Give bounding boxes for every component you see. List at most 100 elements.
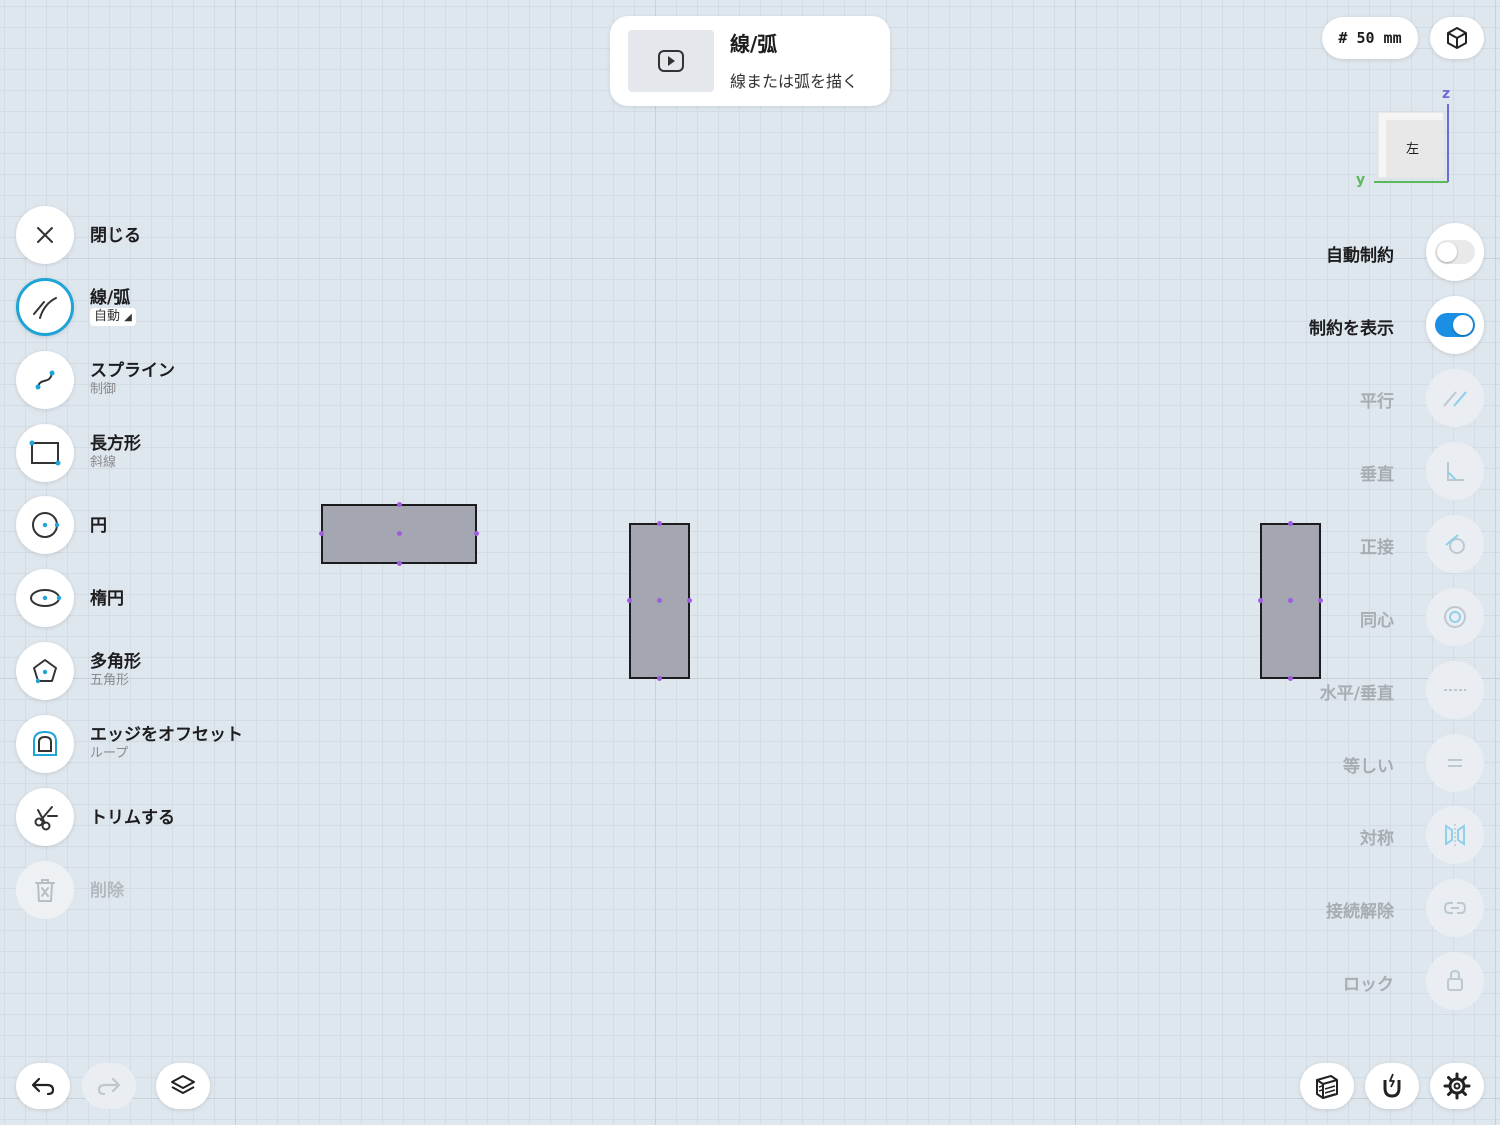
symmetric-button[interactable]: [1426, 806, 1484, 864]
tool-label: 多角形: [90, 652, 141, 672]
constraint-label: 平行: [1360, 392, 1394, 412]
tool-sublabel: 斜線: [90, 455, 117, 470]
constraint-label: 正接: [1360, 538, 1394, 558]
constraint-perpendicular: 垂直: [1164, 442, 1484, 500]
settings-button[interactable]: [1430, 1063, 1484, 1109]
show-constraints-toggle[interactable]: [1435, 313, 1475, 337]
constraint-label: 水平/垂直: [1319, 684, 1394, 704]
horizontal-vertical-button[interactable]: [1426, 661, 1484, 719]
axis-y-label: y: [1356, 172, 1366, 188]
constraint-auto: 自動制約: [1164, 223, 1484, 281]
constraint-equal: 等しい: [1164, 734, 1484, 792]
dropdown-triangle-icon: ◢: [124, 312, 132, 323]
perpendicular-button[interactable]: [1426, 442, 1484, 500]
trim-button[interactable]: [16, 788, 74, 846]
toggle-knob: [1437, 242, 1457, 262]
constraint-lock: ロック: [1164, 952, 1484, 1010]
disconnect-icon: [1443, 902, 1467, 914]
close-button[interactable]: [16, 206, 74, 264]
tool-label: 円: [90, 516, 107, 536]
redo-icon: [97, 1077, 121, 1096]
tool-label: 削除: [90, 881, 124, 901]
constraint-label: 等しい: [1343, 757, 1394, 777]
line-mode-dropdown[interactable]: 自動 ◢: [90, 308, 136, 326]
tool-sublabel: 制御: [90, 382, 117, 397]
auto-constraint-toggle-wrap[interactable]: [1426, 223, 1484, 281]
show-constraints-toggle-wrap[interactable]: [1426, 296, 1484, 354]
snap-button[interactable]: [1365, 1063, 1419, 1109]
view-mode-button[interactable]: [1430, 17, 1484, 59]
equal-icon: [1448, 759, 1462, 767]
parallel-icon: [1443, 391, 1467, 407]
ellipse-button[interactable]: [16, 569, 74, 627]
constraint-label: 垂直: [1360, 465, 1394, 485]
tangent-icon: [1445, 534, 1465, 554]
lock-button[interactable]: [1426, 952, 1484, 1010]
constraint-show: 制約を表示: [1164, 296, 1484, 354]
undo-button[interactable]: [16, 1063, 70, 1109]
redo-button[interactable]: [82, 1063, 136, 1109]
vertex-point[interactable]: [657, 521, 662, 526]
parallel-button[interactable]: [1426, 369, 1484, 427]
hint-card[interactable]: 線/弧 線または弧を描く: [610, 16, 890, 106]
vertex-point[interactable]: [397, 561, 402, 566]
vertex-point[interactable]: [397, 502, 402, 507]
auto-constraint-toggle[interactable]: [1435, 240, 1475, 264]
tool-label: スプライン: [90, 361, 175, 381]
line-mode-value: 自動: [94, 309, 121, 324]
auto-constraint-label: 自動制約: [1326, 246, 1394, 266]
vertex-point[interactable]: [657, 598, 662, 603]
polygon-button[interactable]: [16, 642, 74, 700]
disconnect-button[interactable]: [1426, 879, 1484, 937]
constraint-label: 接続解除: [1326, 902, 1394, 922]
constraint-label: 同心: [1360, 611, 1394, 631]
tool-label: 閉じる: [90, 226, 141, 246]
tool-label: トリムする: [90, 808, 175, 828]
vertex-point[interactable]: [397, 531, 402, 536]
offset-edge-button[interactable]: [16, 715, 74, 773]
tool-label: 長方形: [90, 434, 141, 454]
vertex-point[interactable]: [474, 531, 479, 536]
vertex-point[interactable]: [319, 531, 324, 536]
constraint-disconnect: 接続解除: [1164, 879, 1484, 937]
vertex-point[interactable]: [627, 598, 632, 603]
section-view-button[interactable]: [1300, 1063, 1354, 1109]
constraint-symmetric: 対称: [1164, 806, 1484, 864]
play-icon: [658, 50, 684, 72]
tool-label: 楕円: [90, 589, 124, 609]
tangent-button[interactable]: [1426, 515, 1484, 573]
polygon-icon: [33, 659, 57, 684]
offset-edge-icon: [33, 730, 57, 756]
tool-sublabel: 五角形: [90, 673, 130, 688]
constraint-label: 対称: [1360, 829, 1394, 849]
vertex-point[interactable]: [657, 676, 662, 681]
delete-button[interactable]: [16, 861, 74, 919]
lock-icon: [1447, 969, 1463, 991]
video-thumbnail[interactable]: [628, 30, 714, 92]
circle-icon: [32, 512, 60, 538]
spline-button[interactable]: [16, 351, 74, 409]
toggle-knob: [1453, 315, 1473, 335]
view-cube-face-label: 左: [1406, 142, 1420, 157]
grid-size-label: # 50 mm: [1338, 29, 1402, 47]
trash-icon: [35, 879, 55, 902]
cube-icon: [1447, 27, 1467, 49]
axis-z-label: z: [1442, 86, 1451, 102]
tool-sublabel: ループ: [90, 746, 129, 761]
equal-button[interactable]: [1426, 734, 1484, 792]
constraint-label: ロック: [1343, 975, 1394, 995]
perpendicular-icon: [1447, 462, 1464, 481]
vertex-point[interactable]: [687, 598, 692, 603]
undo-icon: [31, 1077, 55, 1096]
grid-size-button[interactable]: # 50 mm: [1322, 17, 1418, 59]
constraint-tangent: 正接: [1164, 515, 1484, 573]
layers-button[interactable]: [156, 1063, 210, 1109]
view-cube[interactable]: 左 z y: [1352, 86, 1462, 190]
gear-icon: [1443, 1072, 1471, 1100]
circle-button[interactable]: [16, 496, 74, 554]
rectangle-button[interactable]: [16, 424, 74, 482]
horizontal-vertical-icon: [1444, 689, 1466, 691]
concentric-button[interactable]: [1426, 588, 1484, 646]
scissors-icon: [34, 806, 58, 831]
line-arc-button[interactable]: [16, 278, 74, 336]
